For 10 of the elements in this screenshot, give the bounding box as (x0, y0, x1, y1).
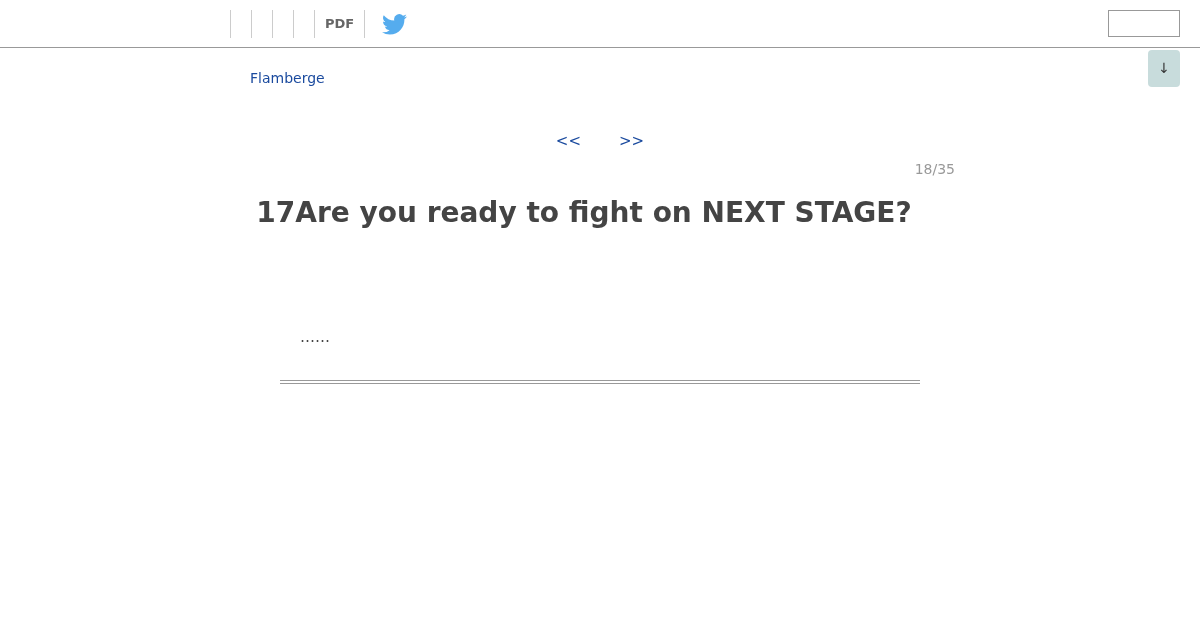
next-link[interactable]: >> (619, 130, 645, 153)
page-counter: 18/35 (914, 159, 955, 179)
bird-icon[interactable] (382, 14, 408, 35)
previous-link[interactable]: << (555, 130, 581, 153)
breadcrumb-link[interactable]: Flamberge (250, 70, 325, 86)
page-heading: 17Are you ready to fight on NEXT STAGE? (255, 194, 913, 231)
body-text: …… (300, 326, 331, 348)
search-field[interactable] (1108, 10, 1180, 37)
pdf-link[interactable]: PDF (314, 9, 366, 38)
scroll-down-button[interactable]: ↓ (1148, 50, 1180, 87)
